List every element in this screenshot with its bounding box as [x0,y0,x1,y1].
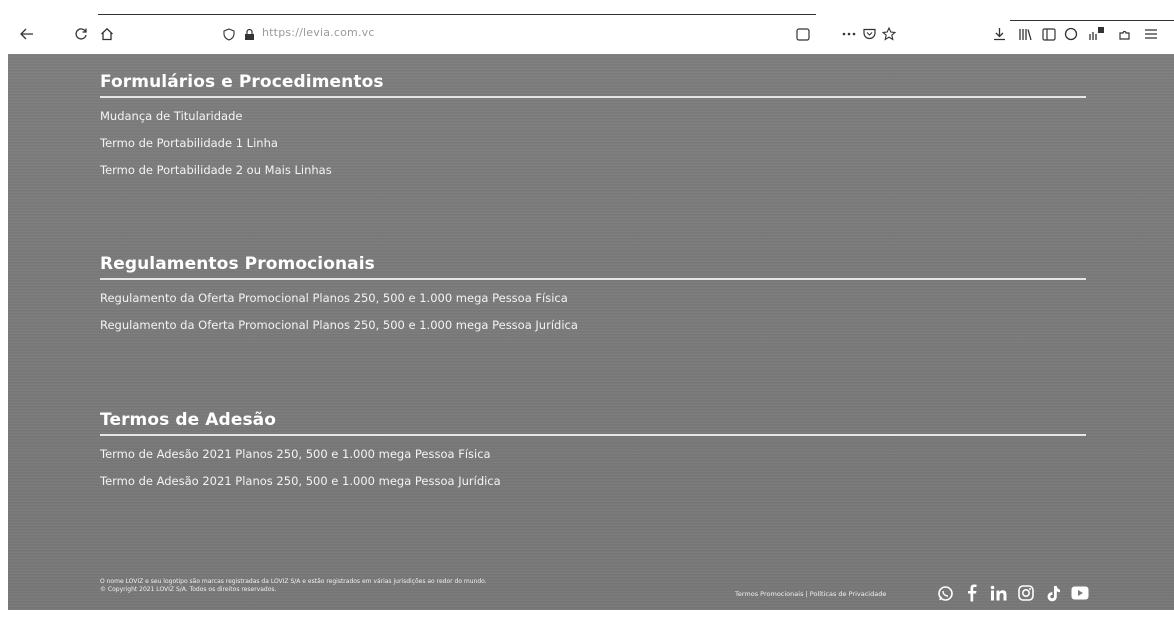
home-icon[interactable] [96,24,118,44]
extension-icon[interactable] [1114,24,1136,44]
sidebar-icon[interactable] [1038,24,1060,44]
document-link[interactable]: Termo de Portabilidade 2 ou Mais Linhas [100,160,1086,187]
reload-icon[interactable] [70,24,92,44]
legal-notice: O nome LOVIZ e seu logotipo são marcas r… [100,578,487,585]
section-promotional-rules: Regulamentos Promocionais Regulamento da… [100,254,1086,342]
shield-icon[interactable] [218,24,240,44]
footer-legal: O nome LOVIZ e seu logotipo são marcas r… [100,578,660,594]
toolbar-edge [1010,20,1174,21]
document-link[interactable]: Mudança de Titularidade [100,106,1086,133]
instagram-icon[interactable] [1017,584,1035,602]
document-link[interactable]: Termo de Portabilidade 1 Linha [100,133,1086,160]
link-list: Regulamento da Oferta Promocional Planos… [100,288,1086,342]
link-list: Termo de Adesão 2021 Planos 250, 500 e 1… [100,444,1086,498]
section-title: Termos de Adesão [100,410,1086,436]
document-link[interactable]: Regulamento da Oferta Promocional Planos… [100,315,1086,342]
toolbar-edge [98,14,816,15]
reader-view-icon[interactable] [792,24,814,44]
page-content: Formulários e Procedimentos Mudança de T… [8,54,1174,610]
download-icon[interactable] [988,24,1010,44]
lock-icon[interactable] [238,24,260,44]
section-forms: Formulários e Procedimentos Mudança de T… [100,72,1086,187]
whatsapp-icon[interactable] [936,584,954,602]
copyright: © Copyright 2021 LOVIZ S/A. Todos os dir… [100,586,277,593]
library-icon[interactable] [1014,24,1036,44]
section-title: Formulários e Procedimentos [100,72,1086,98]
menu-icon[interactable] [1140,24,1162,44]
section-adhesion-terms: Termos de Adesão Termo de Adesão 2021 Pl… [100,410,1086,498]
social-links [936,584,1089,602]
browser-toolbar: https://levia.com.vc [0,0,1174,54]
link-list: Mudança de Titularidade Termo de Portabi… [100,106,1086,187]
footer-links[interactable]: Termos Promocionais | Políticas de Priva… [735,590,886,598]
youtube-icon[interactable] [1071,584,1089,602]
back-arrow-icon[interactable] [16,24,38,44]
url-bar[interactable]: https://levia.com.vc [262,26,375,39]
account-icon[interactable] [1060,24,1082,44]
document-link[interactable]: Termo de Adesão 2021 Planos 250, 500 e 1… [100,444,1086,471]
linkedin-icon[interactable] [990,584,1008,602]
star-icon[interactable] [878,24,900,44]
extensions-icon[interactable] [1086,24,1108,44]
more-icon[interactable] [838,24,860,44]
document-link[interactable]: Termo de Adesão 2021 Planos 250, 500 e 1… [100,471,1086,498]
pocket-icon[interactable] [858,24,880,44]
tiktok-icon[interactable] [1044,584,1062,602]
facebook-icon[interactable] [963,584,981,602]
document-link[interactable]: Regulamento da Oferta Promocional Planos… [100,288,1086,315]
section-title: Regulamentos Promocionais [100,254,1086,280]
